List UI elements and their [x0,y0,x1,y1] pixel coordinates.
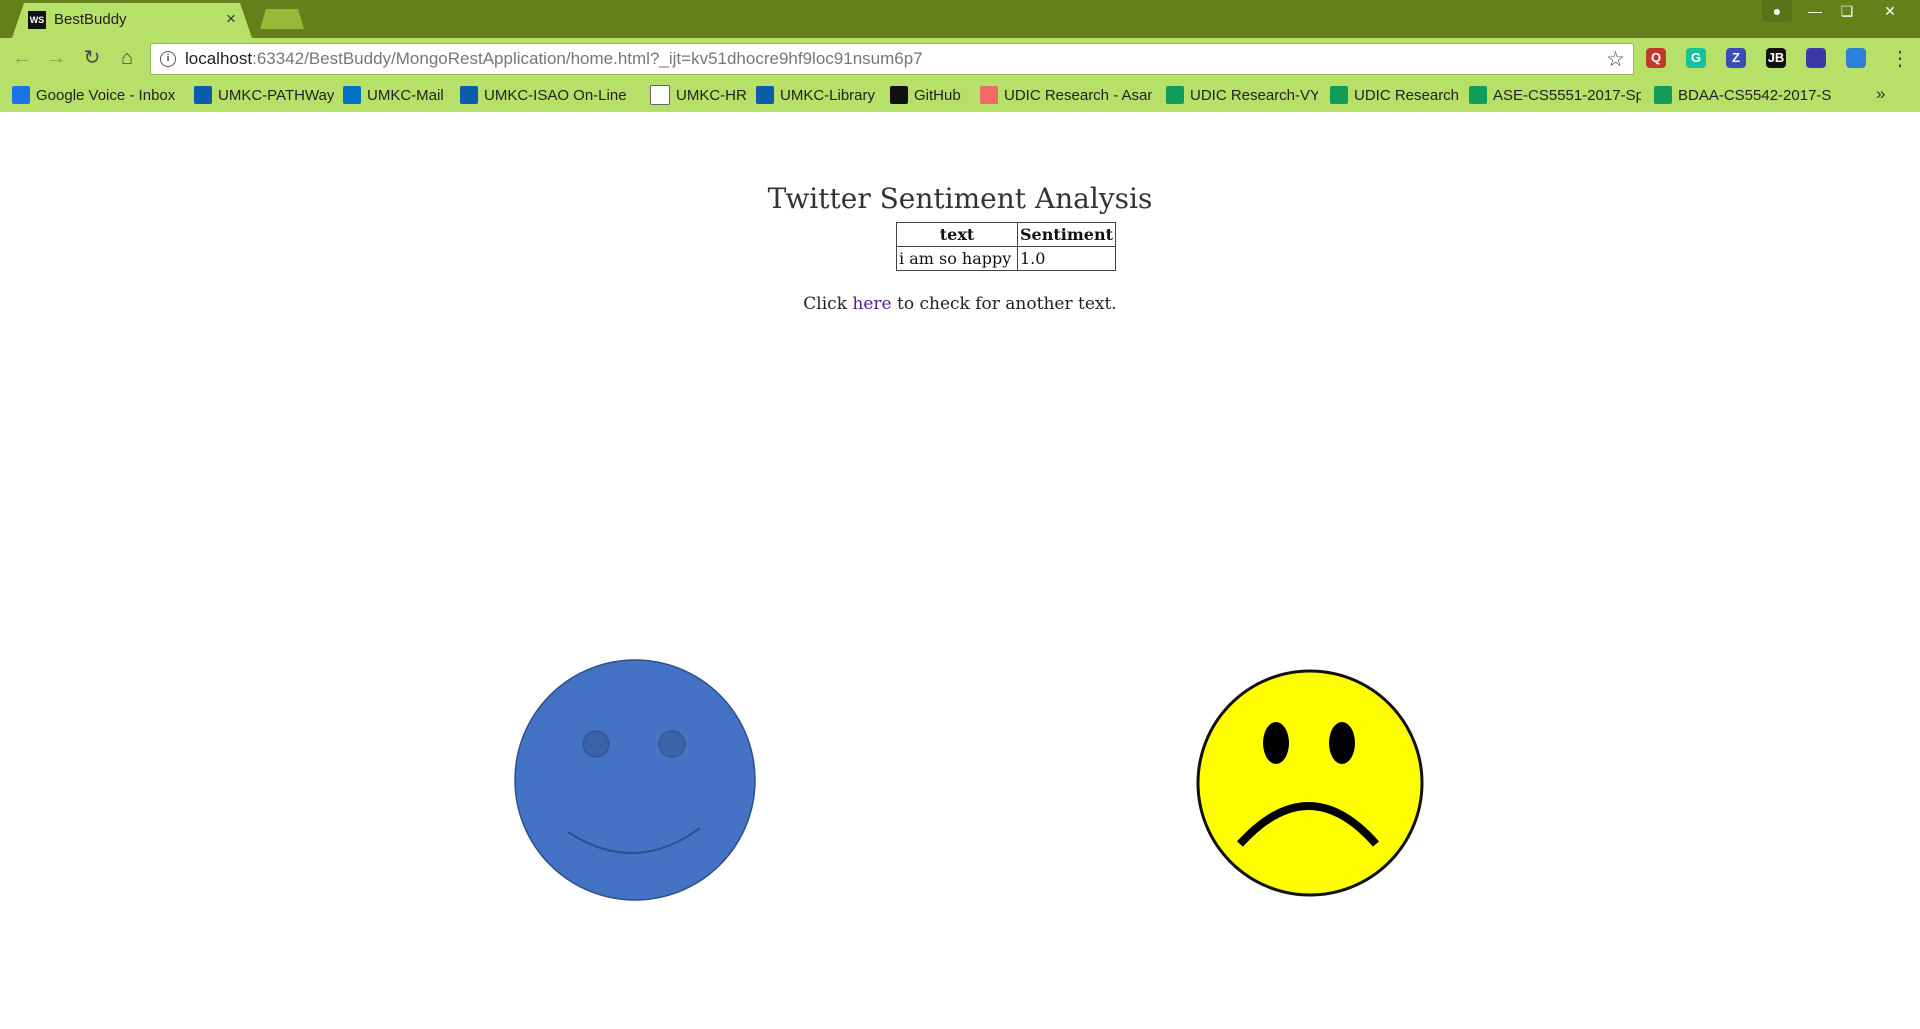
header-text: text [896,222,1018,247]
restore-icon[interactable]: ❏ [1832,0,1862,22]
sad-face-right-eye [1329,722,1355,764]
bookmark-label: ASE-CS5551-2017-Sp [1493,86,1641,104]
jetbrains-icon[interactable]: JB [1766,48,1786,68]
menu-icon[interactable]: ⋮ [1890,46,1910,71]
bookmark-item[interactable]: BDAA-CS5542-2017-S [1654,84,1831,106]
bookmark-item[interactable]: UMKC-HR [650,84,747,106]
bookmark-item[interactable]: UMKC-Mail [343,84,444,106]
table-row: i am so happy 1.0 [896,246,1116,271]
bookmark-item[interactable]: ASE-CS5551-2017-Sp [1469,84,1641,106]
bookmark-label: UDIC Research-VY [1190,86,1318,104]
sad-face-icon [1196,669,1424,897]
bookmark-label: GitHub [914,86,961,104]
url-path: :63342/BestBuddy/MongoRestApplication/ho… [252,49,923,68]
back-icon[interactable]: ← [10,46,34,70]
asana-icon [980,86,998,104]
bookmark-item[interactable]: UDIC Research [1330,84,1458,106]
bookmark-item[interactable]: UDIC Research - Asan [980,84,1152,106]
cell-text: i am so happy [896,246,1018,271]
bookmark-item[interactable]: UMKC-ISAO On-Line [460,84,627,106]
bookmark-label: UDIC Research - Asan [1004,86,1152,104]
info-icon[interactable]: i [160,51,176,67]
sheets-icon [1166,86,1184,104]
tab-bestbuddy[interactable]: WS BestBuddy × [12,3,252,38]
sheets-icon [1654,86,1672,104]
z-extension-icon[interactable]: Z [1726,48,1746,68]
forward-icon[interactable]: → [44,46,68,70]
bookmark-star-icon[interactable]: ☆ [1606,47,1625,72]
github-icon [890,86,908,104]
bookmark-label: UMKC-Library [780,86,876,104]
umkc-icon [460,86,478,104]
grammarly-icon[interactable]: G [1686,48,1706,68]
click-prefix: Click [803,294,853,314]
happy-face-circle [514,659,756,901]
header-sentiment: Sentiment [1017,222,1116,247]
bookmark-item[interactable]: Google Voice - Inbox [12,84,175,106]
tab-close-icon[interactable]: × [226,10,236,28]
cell-sentiment: 1.0 [1017,246,1116,271]
happy-face-right-eye [658,730,686,758]
bookmark-label: UMKC-Mail [367,86,444,104]
home-icon[interactable]: ⌂ [115,46,139,70]
bookmark-label: Google Voice - Inbox [36,86,176,104]
new-tab-button[interactable] [260,9,304,29]
umkc-icon [756,86,774,104]
address-bar[interactable]: i localhost:63342/BestBuddy/MongoRestApp… [150,43,1634,75]
tab-strip: WS BestBuddy × ● — ❏ ✕ [0,0,1920,38]
happy-face-icon [514,659,756,901]
page-content: Twitter Sentiment Analysis text Sentimen… [0,112,1920,1029]
umkc-icon [194,86,212,104]
url-text: localhost:63342/BestBuddy/MongoRestAppli… [185,50,923,68]
click-suffix: to check for another text. [891,294,1117,314]
bookmark-label: UDIC Research [1354,86,1458,104]
bookmark-item[interactable]: UMKC-PATHWay [194,84,334,106]
arrow-extension-icon[interactable] [1846,48,1866,68]
page-title: Twitter Sentiment Analysis [767,182,1153,215]
phone-icon [12,86,30,104]
close-window-icon[interactable]: ✕ [1872,0,1908,22]
bookmark-label: UMKC-ISAO On-Line [484,86,627,104]
bookmark-item[interactable]: UDIC Research-VY [1166,84,1318,106]
bookmark-label: BDAA-CS5542-2017-S [1678,86,1832,104]
profile-icon[interactable]: ● [1762,0,1792,22]
bookmark-label: UMKC-HR [676,86,747,104]
bookmark-label: UMKC-PATHWay [218,86,334,104]
bookmarks-overflow-button[interactable]: » [1876,84,1885,104]
tab-title: BestBuddy [54,11,127,28]
sad-face-circle [1196,669,1424,897]
extension-icon[interactable] [1806,48,1826,68]
outlook-icon [343,86,361,104]
browser-toolbar: ← → ↻ ⌂ i localhost:63342/BestBuddy/Mong… [0,38,1920,78]
webstorm-favicon-icon: WS [28,11,46,29]
here-link[interactable]: here [852,294,891,314]
bookmark-item[interactable]: UMKC-Library [756,84,875,106]
sheets-icon [1330,86,1348,104]
bookmark-item[interactable]: GitHub [890,84,961,106]
reload-icon[interactable]: ↻ [80,46,104,70]
bookmarks-bar: Google Voice - Inbox UMKC-PATHWay UMKC-Mai… [0,78,1920,112]
happy-face-left-eye [582,730,610,758]
minimize-icon[interactable]: — [1800,0,1830,22]
sheets-icon [1469,86,1487,104]
page-icon [650,85,670,105]
q-extension-icon[interactable]: Q [1646,48,1666,68]
url-host: localhost [185,49,253,68]
results-table: text Sentiment i am so happy 1.0 [896,222,1116,271]
instruction-line: Click here to check for another text. [0,294,1920,314]
sad-face-left-eye [1263,722,1289,764]
